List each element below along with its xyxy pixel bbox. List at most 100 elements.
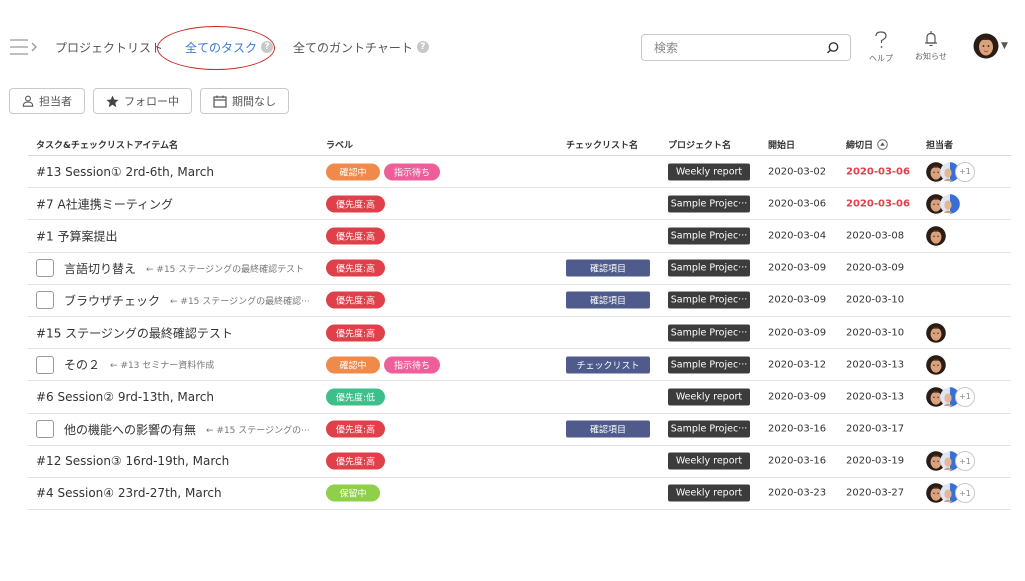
project-tag[interactable]: Sample Projec··· bbox=[668, 356, 750, 374]
task-name-cell[interactable]: #6 Session② 9rd-13th, March bbox=[36, 390, 214, 404]
notification-button[interactable]: お知らせ bbox=[915, 30, 947, 62]
header-assignee[interactable]: 担当者 bbox=[926, 138, 953, 151]
checklist-checkbox[interactable] bbox=[36, 259, 54, 278]
more-assignees-badge[interactable]: +1 bbox=[955, 161, 975, 182]
task-name-cell[interactable]: #13 Session① 2rd-6th, March bbox=[36, 165, 214, 179]
header-due[interactable]: 締切日 bbox=[846, 138, 888, 151]
table-row[interactable]: #1 予算案提出 優先度:高 Sample Projec··· 2020-03-04 2… bbox=[28, 220, 1011, 253]
assignees-cell[interactable]: +1 bbox=[926, 451, 975, 472]
more-assignees-badge[interactable]: +1 bbox=[955, 451, 975, 472]
label-badge[interactable]: 優先度:高 bbox=[326, 324, 386, 342]
header-start[interactable]: 開始日 bbox=[768, 138, 795, 151]
project-tag[interactable]: Sample Projec··· bbox=[668, 420, 750, 438]
label-badge[interactable]: 優先度:高 bbox=[326, 259, 386, 277]
user-menu[interactable]: ▼ bbox=[973, 33, 1008, 59]
nav-project-list[interactable]: プロジェクトリスト bbox=[55, 39, 163, 56]
help-circle-icon[interactable]: ? bbox=[416, 41, 429, 53]
label-badge[interactable]: 優先度:高 bbox=[326, 195, 386, 213]
task-name-cell[interactable]: ブラウザチェック ← #15 ステージングの最終確認··· bbox=[36, 291, 310, 310]
table-row[interactable]: #12 Session③ 16rd-19th, March 優先度:高 Weekly… bbox=[28, 446, 1011, 478]
help-circle-icon[interactable]: ? bbox=[261, 41, 274, 53]
checklist-tag[interactable]: 確認項目 bbox=[566, 420, 650, 438]
assignees-cell[interactable]: +1 bbox=[926, 161, 975, 182]
task-name-cell[interactable]: #12 Session③ 16rd-19th, March bbox=[36, 454, 229, 468]
table-row[interactable]: #7 A社連携ミーティング 優先度:高 Sample Projec··· 2020-0… bbox=[28, 188, 1011, 221]
task-name[interactable]: #12 Session③ 16rd-19th, March bbox=[36, 454, 229, 468]
project-tag[interactable]: Weekly report bbox=[668, 484, 750, 502]
label-badge[interactable]: 確認中 bbox=[326, 163, 380, 181]
parent-task-link[interactable]: ← #15 ステージングの最終確認テスト bbox=[146, 262, 304, 275]
label-badge[interactable]: 保留中 bbox=[326, 484, 380, 502]
header-checklist[interactable]: チェックリスト名 bbox=[566, 138, 638, 151]
task-name[interactable]: #4 Session④ 23rd-27th, March bbox=[36, 486, 222, 500]
nav-all-tasks[interactable]: 全てのタスク ? bbox=[185, 39, 274, 56]
parent-task-link[interactable]: ← #15 ステージングの··· bbox=[206, 423, 310, 436]
more-assignees-badge[interactable]: +1 bbox=[955, 386, 975, 407]
task-name-cell[interactable]: #4 Session④ 23rd-27th, March bbox=[36, 486, 222, 500]
task-name-cell[interactable]: 他の機能への影響の有無 ← #15 ステージングの··· bbox=[36, 420, 310, 439]
project-tag[interactable]: Sample Projec··· bbox=[668, 291, 750, 309]
table-row[interactable]: その２ ← #13 セミナー資料作成 確認中 指示待ち チェックリスト Sample Pr… bbox=[28, 349, 1011, 382]
assignees-cell[interactable] bbox=[926, 322, 946, 343]
label-badge[interactable]: 優先度:高 bbox=[326, 452, 386, 470]
task-name[interactable]: ブラウザチェック bbox=[64, 292, 160, 309]
table-row[interactable]: #13 Session① 2rd-6th, March 確認中 指示待ち Weekly… bbox=[28, 156, 1011, 189]
assignees-cell[interactable]: +1 bbox=[926, 386, 975, 407]
task-name[interactable]: #13 Session① 2rd-6th, March bbox=[36, 165, 214, 179]
task-name[interactable]: #15 ステージングの最終確認テスト bbox=[36, 324, 233, 341]
label-badge[interactable]: 優先度:低 bbox=[326, 388, 386, 406]
search-icon[interactable] bbox=[826, 41, 840, 55]
help-button[interactable]: ヘルプ bbox=[869, 30, 893, 64]
label-badge[interactable]: 確認中 bbox=[326, 356, 380, 374]
assignees-cell[interactable]: +1 bbox=[926, 483, 975, 504]
search-box[interactable] bbox=[641, 34, 851, 61]
task-name[interactable]: #6 Session② 9rd-13th, March bbox=[36, 390, 214, 404]
filter-assignee-button[interactable]: 担当者 bbox=[9, 88, 85, 114]
checklist-checkbox[interactable] bbox=[36, 355, 54, 374]
menu-toggle-icon[interactable] bbox=[9, 37, 37, 57]
table-row[interactable]: #6 Session② 9rd-13th, March 優先度:低 Weekly r… bbox=[28, 381, 1011, 414]
nav-all-gantt[interactable]: 全てのガントチャート ? bbox=[293, 39, 429, 56]
more-assignees-badge[interactable]: +1 bbox=[955, 483, 975, 504]
task-name-cell[interactable]: #7 A社連携ミーティング bbox=[36, 195, 173, 212]
task-name-cell[interactable]: #1 予算案提出 bbox=[36, 227, 118, 244]
task-name[interactable]: 言語切り替え bbox=[64, 260, 136, 277]
table-row[interactable]: ブラウザチェック ← #15 ステージングの最終確認··· 優先度:高 確認項目 Sam… bbox=[28, 285, 1011, 317]
table-row[interactable]: 言語切り替え ← #15 ステージングの最終確認テスト 優先度:高 確認項目 Sampl… bbox=[28, 253, 1011, 285]
table-row[interactable]: #4 Session④ 23rd-27th, March 保留中 Weekly re… bbox=[28, 478, 1011, 511]
project-tag[interactable]: Weekly report bbox=[668, 388, 750, 406]
header-label[interactable]: ラベル bbox=[326, 138, 353, 151]
sort-up-icon[interactable] bbox=[877, 139, 888, 150]
label-badge[interactable]: 指示待ち bbox=[384, 356, 441, 374]
checklist-checkbox[interactable] bbox=[36, 291, 54, 310]
filter-follow-button[interactable]: フォロー中 bbox=[93, 88, 192, 114]
project-tag[interactable]: Sample Projec··· bbox=[668, 324, 750, 342]
task-name[interactable]: #7 A社連携ミーティング bbox=[36, 195, 173, 212]
task-name[interactable]: #1 予算案提出 bbox=[36, 227, 118, 244]
header-name[interactable]: タスク&チェックリストアイテム名 bbox=[36, 138, 178, 151]
label-badge[interactable]: 指示待ち bbox=[384, 163, 441, 181]
table-row[interactable]: 他の機能への影響の有無 ← #15 ステージングの··· 優先度:高 確認項目 Samp… bbox=[28, 414, 1011, 446]
task-name-cell[interactable]: その２ ← #13 セミナー資料作成 bbox=[36, 355, 214, 374]
project-tag[interactable]: Weekly report bbox=[668, 163, 750, 181]
project-tag[interactable]: Sample Projec··· bbox=[668, 195, 750, 213]
label-badge[interactable]: 優先度:高 bbox=[326, 420, 386, 438]
task-name-cell[interactable]: 言語切り替え ← #15 ステージングの最終確認テスト bbox=[36, 259, 304, 278]
parent-task-link[interactable]: ← #13 セミナー資料作成 bbox=[110, 358, 214, 371]
filter-period-button[interactable]: 期間なし bbox=[200, 88, 289, 114]
header-project[interactable]: プロジェクト名 bbox=[668, 138, 731, 151]
label-badge[interactable]: 優先度:高 bbox=[326, 227, 386, 245]
table-row[interactable]: #15 ステージングの最終確認テスト 優先度:高 Sample Projec··· 2… bbox=[28, 317, 1011, 350]
task-name[interactable]: 他の機能への影響の有無 bbox=[64, 421, 196, 438]
search-input[interactable] bbox=[654, 40, 826, 55]
project-tag[interactable]: Sample Projec··· bbox=[668, 259, 750, 277]
task-name[interactable]: その２ bbox=[64, 356, 100, 373]
project-tag[interactable]: Weekly report bbox=[668, 452, 750, 470]
task-name-cell[interactable]: #15 ステージングの最終確認テスト bbox=[36, 324, 233, 341]
checklist-tag[interactable]: 確認項目 bbox=[566, 259, 650, 277]
assignees-cell[interactable] bbox=[926, 193, 960, 214]
assignees-cell[interactable] bbox=[926, 354, 946, 375]
checklist-tag[interactable]: チェックリスト bbox=[566, 356, 650, 374]
assignees-cell[interactable] bbox=[926, 226, 946, 246]
label-badge[interactable]: 優先度:高 bbox=[326, 291, 386, 309]
